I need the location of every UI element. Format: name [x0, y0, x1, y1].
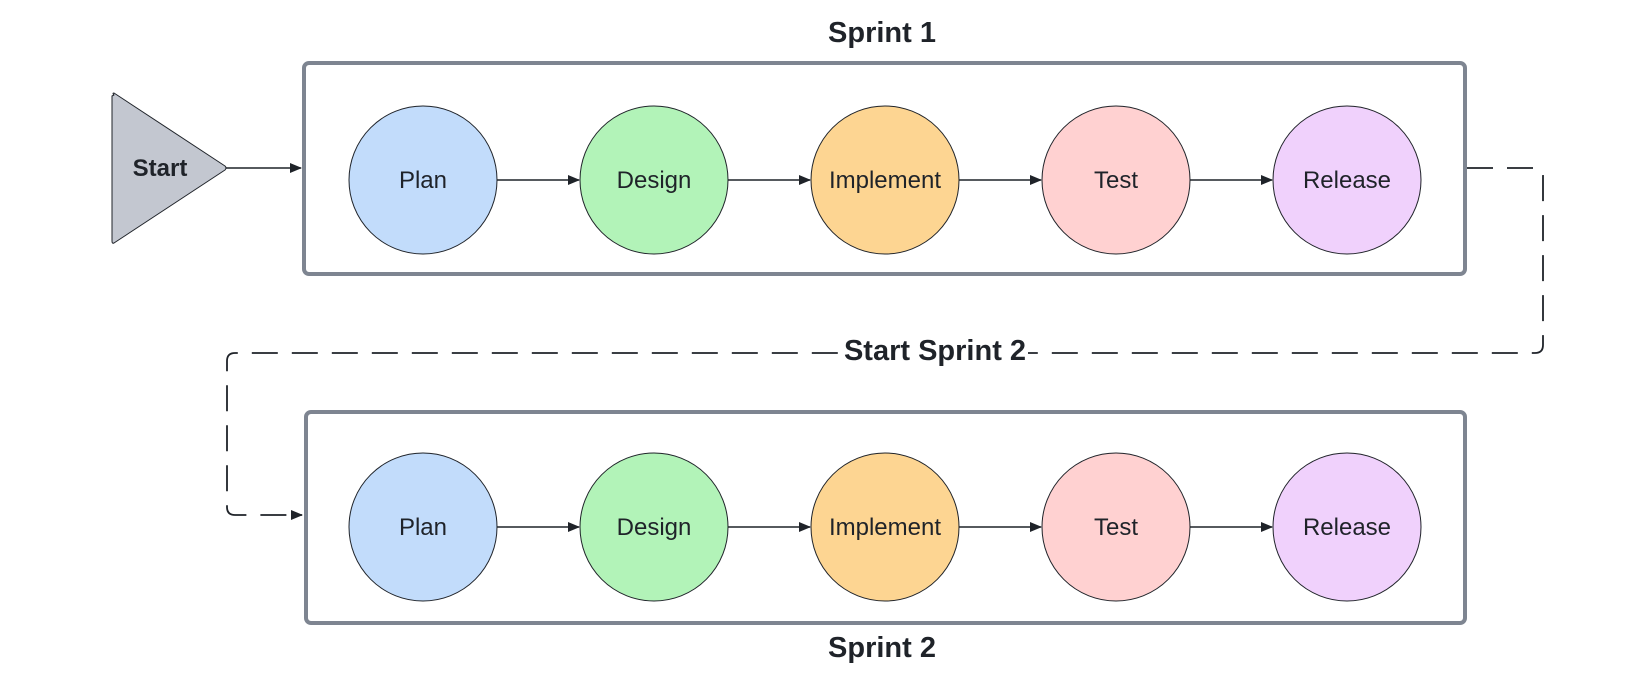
stage-node-test[interactable]: Test: [1041, 105, 1191, 255]
stage-node-implement[interactable]: Implement: [810, 452, 960, 602]
stage-label: Implement: [829, 167, 941, 194]
stage-node-plan[interactable]: Plan: [348, 105, 498, 255]
stage-node-plan[interactable]: Plan: [348, 452, 498, 602]
stage-node-test[interactable]: Test: [1041, 452, 1191, 602]
stage-label: Release: [1303, 514, 1391, 541]
sprint-1-title: Sprint 1: [828, 17, 936, 49]
stage-label: Plan: [399, 167, 447, 194]
stage-label: Test: [1094, 167, 1138, 194]
stage-label: Release: [1303, 167, 1391, 194]
stage-label: Design: [617, 167, 692, 194]
stage-label: Implement: [829, 514, 941, 541]
start-label: Start: [133, 155, 188, 182]
stage-node-implement[interactable]: Implement: [810, 105, 960, 255]
sprint-2-title: Sprint 2: [828, 632, 936, 664]
stage-node-design[interactable]: Design: [579, 105, 729, 255]
stage-node-release[interactable]: Release: [1272, 452, 1422, 602]
stage-label: Design: [617, 514, 692, 541]
start-node[interactable]: Start: [111, 92, 227, 244]
sprint-flow-diagram: Sprint 1 Start Plan Design Implement Test Re…: [111, 17, 1544, 664]
start-sprint-2-label: Start Sprint 2: [844, 335, 1026, 367]
stage-label: Plan: [399, 514, 447, 541]
stage-node-design[interactable]: Design: [579, 452, 729, 602]
stage-node-release[interactable]: Release: [1272, 105, 1422, 255]
stage-label: Test: [1094, 514, 1138, 541]
